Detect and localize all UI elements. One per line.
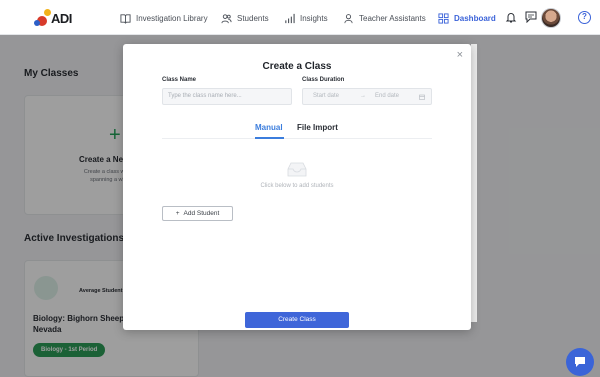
nav-label: Investigation Library (136, 13, 208, 23)
user-avatar[interactable] (541, 8, 561, 28)
chat-support-button[interactable] (566, 348, 594, 376)
tab-manual[interactable]: Manual (255, 123, 283, 132)
nav-teacher-assistants[interactable]: Teacher Assistants (343, 11, 426, 25)
tabs-divider (162, 138, 432, 139)
logo-text: ADI (51, 11, 72, 26)
nav-students[interactable]: Students (221, 11, 269, 25)
create-class-button[interactable]: Create Class (245, 312, 349, 328)
help-icon[interactable]: ? (578, 11, 591, 24)
book-icon (120, 13, 131, 24)
top-navigation-bar: ADI Investigation Library Students Insig… (0, 0, 600, 35)
modal-title: Create a Class (262, 61, 332, 72)
nav-insights[interactable]: Insights (284, 11, 328, 25)
calendar-icon (419, 94, 425, 100)
message-icon[interactable] (525, 11, 537, 23)
plus-icon: + (175, 210, 180, 217)
class-name-input[interactable]: Type the class name here... (162, 88, 292, 105)
user-icon (344, 13, 353, 23)
chat-icon (575, 357, 585, 367)
class-duration-range[interactable]: Start date → End date (302, 88, 432, 105)
adi-logo[interactable]: ADI (34, 8, 72, 28)
users-icon (221, 13, 232, 23)
class-duration-label: Class Duration (302, 77, 345, 83)
modal-scrollbar[interactable] (471, 44, 477, 322)
grid-icon (438, 12, 449, 24)
end-date-input[interactable]: End date (375, 89, 399, 104)
nav-dashboard[interactable]: Dashboard (438, 11, 496, 25)
add-student-button[interactable]: + Add Student (162, 206, 233, 221)
start-date-input[interactable]: Start date (313, 89, 339, 104)
create-class-modal: × Create a Class Class Name Type the cla… (123, 44, 471, 330)
nav-label: Students (237, 13, 269, 23)
inbox-icon (287, 162, 307, 177)
tab-file-import[interactable]: File Import (297, 123, 338, 132)
nav-investigation-library[interactable]: Investigation Library (120, 11, 208, 25)
bell-icon[interactable] (505, 11, 517, 23)
class-name-label: Class Name (162, 77, 197, 83)
nav-label: Teacher Assistants (359, 13, 426, 23)
nav-label: Dashboard (454, 13, 496, 23)
nav-label: Insights (300, 13, 328, 23)
arrow-right-icon: → (360, 93, 366, 99)
bar-chart-icon (285, 13, 295, 23)
active-tab-indicator (255, 137, 284, 139)
empty-state-text: Click below to add students (260, 183, 334, 189)
add-student-label: Add Student (183, 210, 220, 217)
close-icon[interactable]: × (457, 49, 463, 61)
